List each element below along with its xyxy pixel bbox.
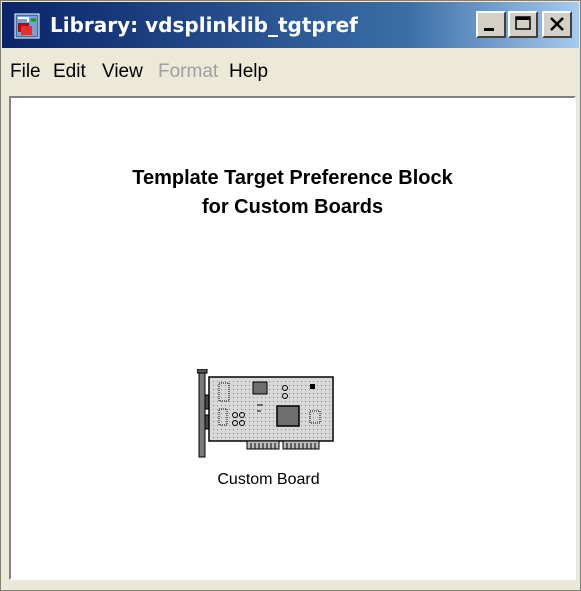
circuit-board-icon[interactable] (197, 369, 335, 459)
library-window: Library: vdsplinklib_tgtpref File Edit V… (0, 0, 581, 591)
maximize-button[interactable] (508, 11, 538, 38)
close-icon (550, 17, 564, 31)
minimize-icon (484, 28, 494, 31)
menu-file[interactable]: File (10, 60, 41, 84)
menu-view[interactable]: View (102, 60, 143, 84)
block-label[interactable]: Custom Board (171, 470, 366, 490)
library-canvas[interactable]: Template Target Preference Block for Cus… (9, 96, 576, 580)
annotation-heading: Template Target Preference Block for Cus… (11, 164, 574, 222)
heading-line-2: for Custom Boards (201, 196, 384, 218)
title-bar[interactable]: Library: vdsplinklib_tgtpref (2, 2, 579, 48)
minimize-button[interactable] (476, 11, 506, 38)
menu-format[interactable]: Format (158, 60, 218, 84)
close-button[interactable] (542, 11, 572, 38)
menu-bar: File Edit View Format Help (2, 48, 579, 96)
menu-help[interactable]: Help (229, 60, 268, 84)
window-title: Library: vdsplinklib_tgtpref (50, 13, 358, 37)
maximize-icon (515, 16, 531, 30)
menu-edit[interactable]: Edit (53, 60, 86, 84)
simulink-app-icon (14, 13, 40, 39)
heading-line-1: Template Target Preference Block (132, 167, 453, 189)
